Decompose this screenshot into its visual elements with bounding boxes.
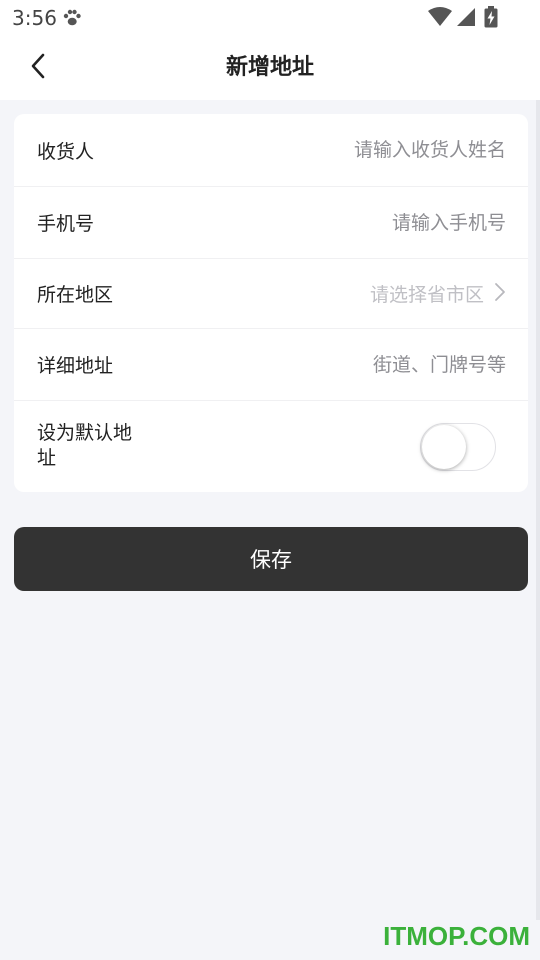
default-address-label: 设为默认地址 xyxy=(37,422,133,469)
signal-icon xyxy=(456,7,476,31)
phone-row: 手机号 xyxy=(14,187,528,259)
back-button[interactable] xyxy=(18,50,58,86)
detail-address-row: 详细地址 xyxy=(14,329,528,401)
status-bar: 3:56 xyxy=(0,0,540,36)
phone-label: 手机号 xyxy=(37,213,95,235)
toggle-knob xyxy=(422,425,466,469)
region-placeholder: 请选择省市区 xyxy=(369,284,484,306)
watermark-logo: ITMOP.COM xyxy=(383,921,530,951)
detail-address-input[interactable] xyxy=(206,329,506,400)
page-title: 新增地址 xyxy=(225,55,314,80)
phone-input[interactable] xyxy=(206,187,506,258)
wifi-icon xyxy=(428,7,452,31)
status-time: 3:56 xyxy=(12,6,57,30)
chevron-right-icon xyxy=(494,282,506,306)
scrollbar[interactable] xyxy=(536,100,540,920)
recipient-row: 收货人 xyxy=(14,114,528,187)
detail-address-label: 详细地址 xyxy=(37,355,114,377)
battery-charging-icon xyxy=(484,6,498,32)
default-address-row: 设为默认地址 xyxy=(14,401,528,492)
region-row[interactable]: 所在地区 请选择省市区 xyxy=(14,259,528,329)
chevron-left-icon xyxy=(29,52,47,84)
address-form-card: 收货人 手机号 所在地区 请选择省市区 详细地址 设为默认地址 xyxy=(14,114,528,492)
recipient-input[interactable] xyxy=(206,114,506,186)
nav-bar: 新增地址 xyxy=(0,36,540,100)
paw-icon xyxy=(62,9,82,31)
region-label: 所在地区 xyxy=(37,284,114,306)
default-address-toggle[interactable] xyxy=(420,423,496,471)
recipient-label: 收货人 xyxy=(37,140,95,163)
save-button[interactable]: 保存 xyxy=(14,527,528,591)
region-select[interactable]: 请选择省市区 xyxy=(370,259,506,328)
